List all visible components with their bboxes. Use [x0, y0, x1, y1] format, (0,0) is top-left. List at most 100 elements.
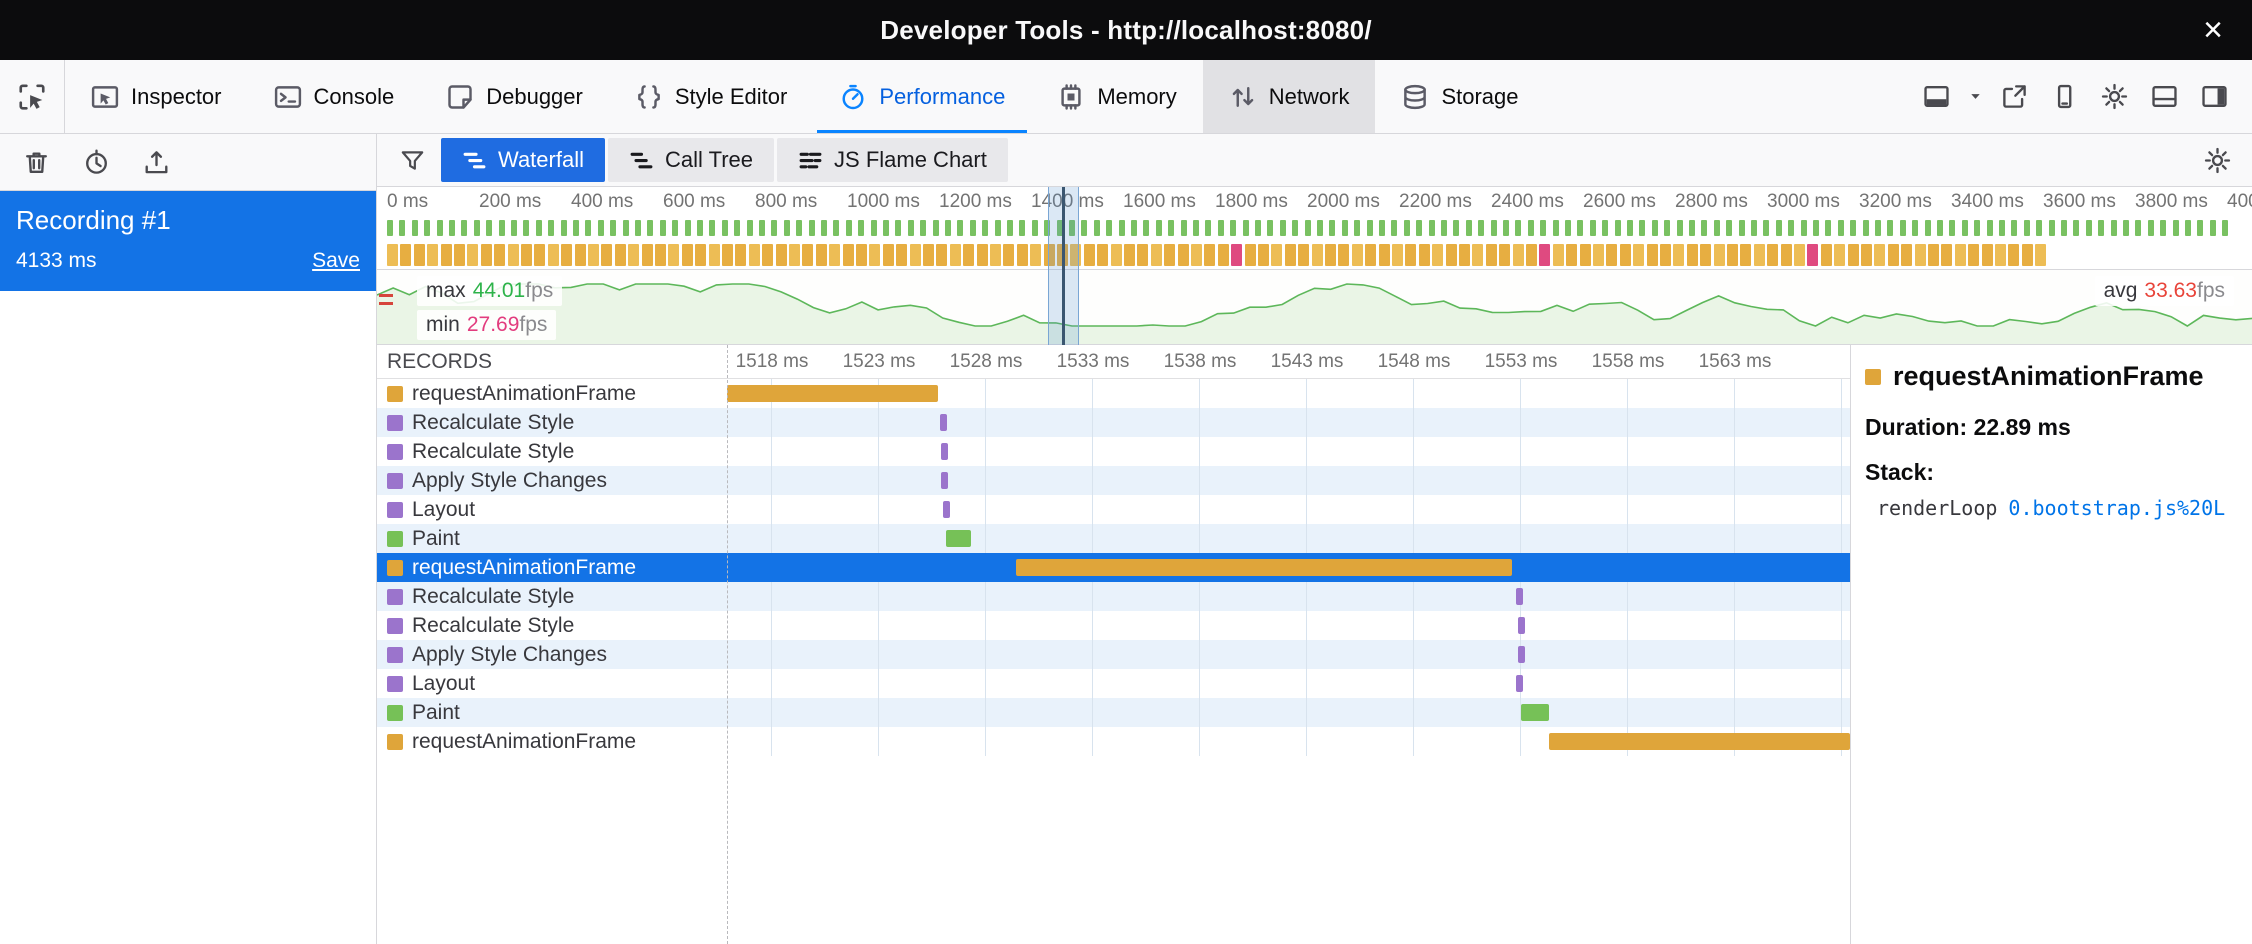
tab-inspector[interactable]: Inspector — [65, 60, 248, 133]
overview-tick — [970, 220, 976, 236]
overview-tick — [2086, 220, 2092, 236]
clear-recordings-button[interactable] — [14, 140, 58, 184]
overview-tick — [1751, 220, 1757, 236]
stack-source-link[interactable]: 0.bootstrap.js%20L — [2008, 496, 2225, 520]
overview-tick — [945, 220, 951, 236]
waterfall-row-track — [727, 698, 1850, 727]
marker-name: Layout — [412, 672, 475, 696]
timeline-overview[interactable]: 0 ms200 ms400 ms600 ms800 ms1000 ms1200 … — [377, 187, 2252, 345]
waterfall-row[interactable]: Paint — [377, 524, 1850, 553]
view-button-waterfall[interactable]: Waterfall — [441, 138, 605, 182]
overview-frame-block — [1553, 244, 1564, 266]
marker-bar[interactable] — [946, 530, 971, 547]
timer-icon — [83, 149, 110, 176]
overview-tick — [796, 220, 802, 236]
tab-debugger[interactable]: Debugger — [420, 60, 609, 133]
marker-bar[interactable] — [1016, 559, 1512, 576]
ruler-label: 2800 ms — [1675, 191, 1748, 213]
waterfall-row[interactable]: Layout — [377, 669, 1850, 698]
overview-tick — [1193, 220, 1199, 236]
responsive-design-button[interactable] — [2042, 75, 2086, 119]
performance-settings-button[interactable] — [2194, 138, 2240, 182]
waterfall-row[interactable]: Apply Style Changes — [377, 640, 1850, 669]
waterfall-row[interactable]: Paint — [377, 698, 1850, 727]
tab-memory[interactable]: Memory — [1031, 60, 1202, 133]
overview-frame-block — [762, 244, 773, 266]
save-recording-link[interactable]: Save — [312, 249, 360, 273]
waterfall-row[interactable]: Recalculate Style — [377, 437, 1850, 466]
view-button-js-flame-chart[interactable]: JS Flame Chart — [777, 138, 1008, 182]
overview-tick — [2148, 220, 2154, 236]
waterfall-row[interactable]: requestAnimationFrame — [377, 379, 1850, 408]
tab-network[interactable]: Network — [1203, 60, 1376, 133]
dock-right-button[interactable] — [2192, 75, 2236, 119]
waterfall-row[interactable]: Apply Style Changes — [377, 466, 1850, 495]
tab-label: Network — [1269, 84, 1350, 110]
overview-tick — [2185, 220, 2191, 236]
waterfall-row[interactable]: Recalculate Style — [377, 582, 1850, 611]
tab-label: Memory — [1097, 84, 1176, 110]
overview-tick — [1801, 220, 1807, 236]
overview-frame-block — [1861, 244, 1872, 266]
marker-bar[interactable] — [940, 414, 947, 431]
view-button-label: Waterfall — [498, 147, 584, 173]
overview-tick — [2049, 220, 2055, 236]
split-console-button[interactable] — [2142, 75, 2186, 119]
overview-tick — [1949, 220, 1955, 236]
overview-tick — [1788, 220, 1794, 236]
recording-item[interactable]: Recording #1 4133 ms Save — [0, 191, 376, 291]
waterfall-row[interactable]: Recalculate Style — [377, 408, 1850, 437]
filter-button[interactable] — [389, 138, 435, 182]
overview-frame-block — [2022, 244, 2033, 266]
overview-tick — [660, 220, 666, 236]
marker-bar[interactable] — [941, 472, 948, 489]
overview-tick — [1218, 220, 1224, 236]
tab-style-editor[interactable]: Style Editor — [609, 60, 814, 133]
tab-console[interactable]: Console — [248, 60, 421, 133]
caret-down-button[interactable] — [1964, 75, 1986, 119]
selection-grip[interactable] — [1062, 187, 1065, 345]
overview-frame-block — [1700, 244, 1711, 266]
overview-tick — [1106, 220, 1112, 236]
marker-bar[interactable] — [1518, 646, 1525, 663]
debugger-icon — [446, 83, 474, 111]
tab-label: Style Editor — [675, 84, 788, 110]
overview-frame-block — [561, 244, 572, 266]
ruler-label: 600 ms — [663, 191, 725, 213]
marker-bar[interactable] — [1518, 617, 1525, 634]
waterfall-row[interactable]: requestAnimationFrame — [377, 727, 1850, 756]
overview-tick — [1181, 220, 1187, 236]
overview-frame-block — [1271, 244, 1282, 266]
overview-tick — [1032, 220, 1038, 236]
settings-gear-button[interactable] — [2092, 75, 2136, 119]
overview-frame-block — [923, 244, 934, 266]
overview-selection[interactable] — [1048, 187, 1079, 345]
marker-bar[interactable] — [1516, 675, 1523, 692]
pick-element-button[interactable] — [0, 60, 64, 133]
marker-bar[interactable] — [1549, 733, 1850, 750]
overview-tick — [536, 220, 542, 236]
ruler-label: 1800 ms — [1215, 191, 1288, 213]
waterfall-row[interactable]: Recalculate Style — [377, 611, 1850, 640]
tab-performance[interactable]: Performance — [813, 60, 1031, 133]
close-window-button[interactable]: × — [2188, 0, 2238, 60]
dock-bottom-button[interactable] — [1914, 75, 1958, 119]
overview-frame-block — [1245, 244, 1256, 266]
marker-bar[interactable] — [727, 385, 938, 402]
popout-button[interactable] — [1992, 75, 2036, 119]
marker-bar[interactable] — [941, 443, 948, 460]
marker-color-swatch-icon — [387, 415, 403, 431]
marker-bar[interactable] — [1516, 588, 1523, 605]
overview-tick — [1429, 220, 1435, 236]
import-button[interactable] — [134, 140, 178, 184]
marker-bar[interactable] — [1521, 704, 1549, 721]
timer-button[interactable] — [74, 140, 118, 184]
waterfall-row[interactable]: Layout — [377, 495, 1850, 524]
overview-tick — [2024, 220, 2030, 236]
waterfall-row[interactable]: requestAnimationFrame — [377, 553, 1850, 582]
overview-tick — [1701, 220, 1707, 236]
view-button-call-tree[interactable]: Call Tree — [608, 138, 774, 182]
caret-down-icon — [1968, 89, 1983, 104]
tab-storage[interactable]: Storage — [1375, 60, 1544, 133]
marker-bar[interactable] — [943, 501, 950, 518]
